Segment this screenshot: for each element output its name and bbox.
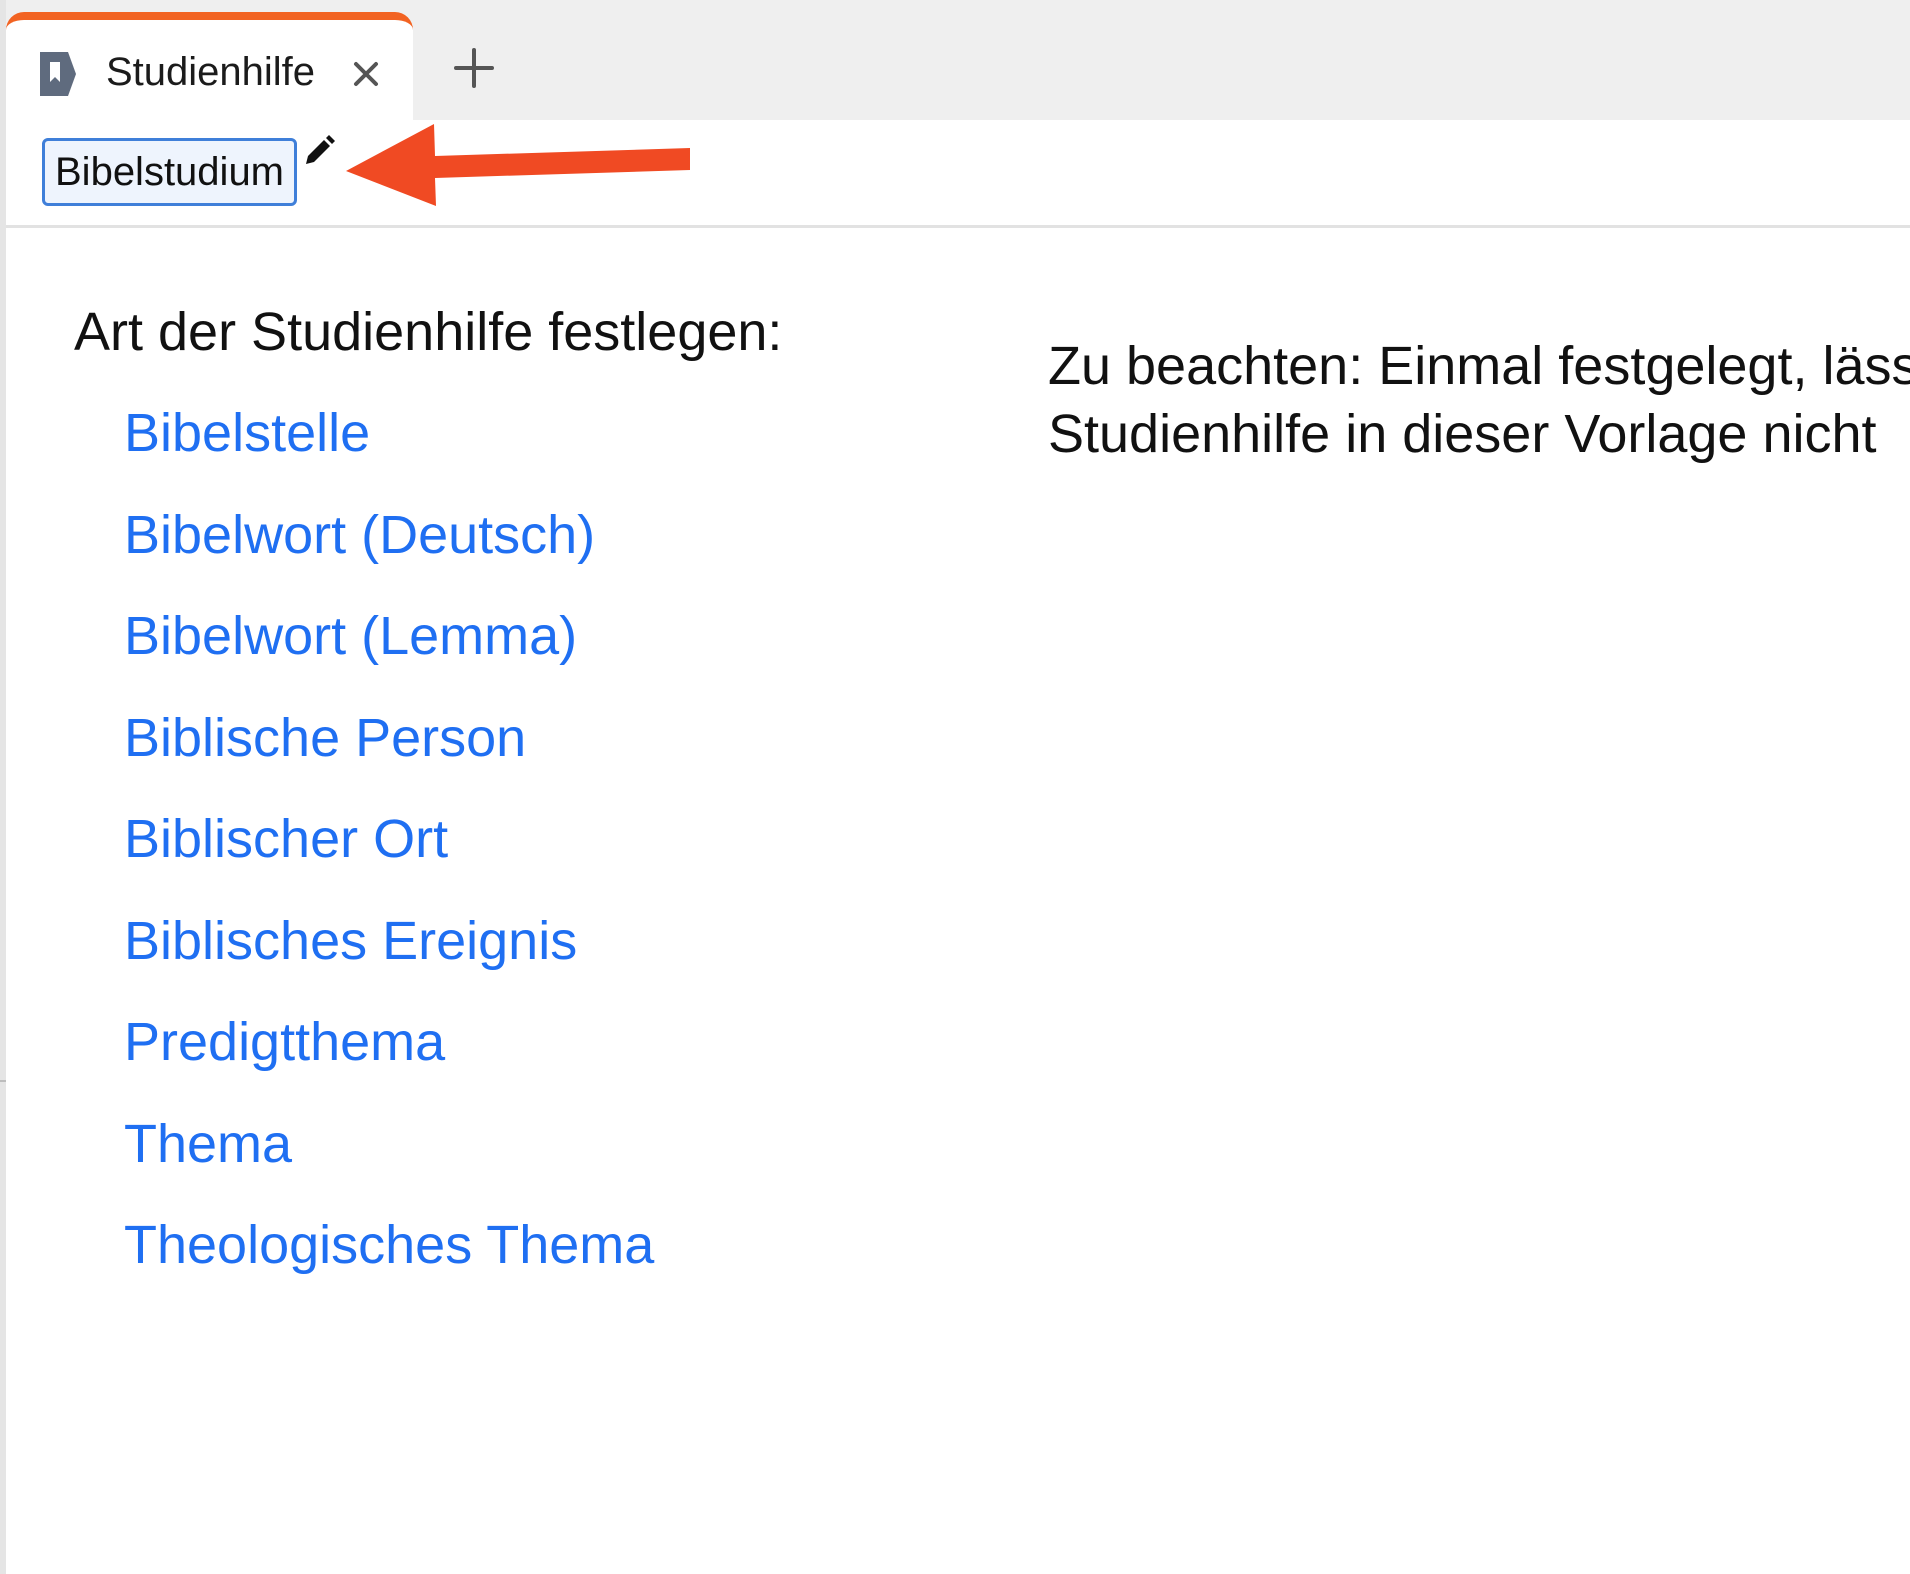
list-item: Biblisches Ereignis xyxy=(124,906,654,1008)
title-bar: Bibelstudium xyxy=(6,120,1910,228)
note-text: Zu beachten: Einmal festgelegt, läss Stu… xyxy=(1048,332,1910,468)
window-left-edge xyxy=(0,0,6,1574)
list-item: Theologisches Thema xyxy=(124,1210,654,1312)
note-line: Zu beachten: Einmal festgelegt, läss xyxy=(1048,336,1910,396)
guide-type-option[interactable]: Biblisches Ereignis xyxy=(124,911,577,971)
list-item: Biblischer Ort xyxy=(124,804,654,906)
list-item: Bibelwort (Lemma) xyxy=(124,601,654,703)
close-icon[interactable] xyxy=(348,56,384,92)
list-item: Biblische Person xyxy=(124,703,654,805)
plus-icon[interactable] xyxy=(450,44,498,92)
guide-type-heading: Art der Studienhilfe festlegen: xyxy=(74,302,783,362)
pencil-icon[interactable] xyxy=(302,134,336,168)
note-line: Studienhilfe in dieser Vorlage nicht xyxy=(1048,404,1877,464)
list-item: Bibelstelle xyxy=(124,398,654,500)
guide-type-list: Bibelstelle Bibelwort (Deutsch) Bibelwor… xyxy=(124,398,654,1312)
guide-document-icon xyxy=(40,52,76,96)
guide-type-option[interactable]: Bibelstelle xyxy=(124,403,370,463)
window-edge-divider xyxy=(0,1080,6,1082)
guide-type-option[interactable]: Biblischer Ort xyxy=(124,809,448,869)
list-item: Thema xyxy=(124,1109,654,1211)
guide-type-option[interactable]: Predigtthema xyxy=(124,1012,445,1072)
tab-label: Studienhilfe xyxy=(106,50,316,94)
list-item: Predigtthema xyxy=(124,1007,654,1109)
guide-title-field[interactable]: Bibelstudium xyxy=(42,138,298,206)
guide-type-option[interactable]: Theologisches Thema xyxy=(124,1215,654,1275)
list-item: Bibelwort (Deutsch) xyxy=(124,500,654,602)
annotation-arrow xyxy=(346,124,690,206)
guide-type-option[interactable]: Thema xyxy=(124,1114,292,1174)
guide-type-option[interactable]: Bibelwort (Deutsch) xyxy=(124,505,595,565)
tab-bar: Studienhilfe xyxy=(6,0,1910,120)
guide-type-option[interactable]: Biblische Person xyxy=(124,708,526,768)
tab-studienhilfe[interactable]: Studienhilfe xyxy=(6,12,413,120)
guide-type-option[interactable]: Bibelwort (Lemma) xyxy=(124,606,577,666)
